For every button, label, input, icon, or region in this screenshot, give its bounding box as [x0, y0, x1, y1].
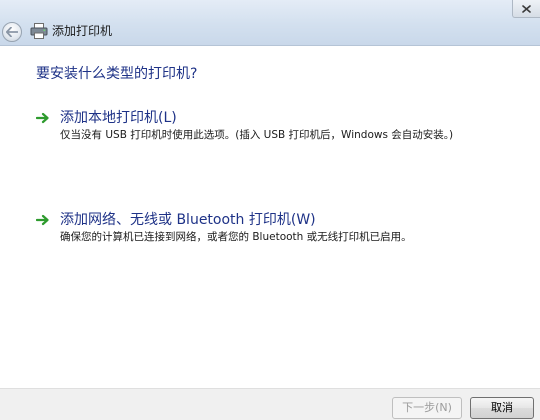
page-heading: 要安装什么类型的打印机? [36, 66, 198, 82]
title-bar: 添加打印机 [0, 0, 540, 46]
add-network-printer-link[interactable]: 添加网络、无线或 Bluetooth 打印机(W) [60, 210, 316, 230]
printer-icon [30, 23, 48, 39]
back-arrow-icon [6, 27, 18, 37]
window-title: 添加打印机 [52, 24, 113, 38]
cancel-button[interactable]: 取消 [470, 397, 534, 419]
close-button[interactable] [512, 0, 540, 18]
green-arrow-icon [36, 214, 49, 226]
add-local-printer-description: 仅当没有 USB 打印机时使用此选项。(插入 USB 打印机后，Windows … [60, 129, 454, 141]
green-arrow-icon [36, 112, 49, 124]
add-network-printer-description: 确保您的计算机已连接到网络，或者您的 Bluetooth 或无线打印机已启用。 [60, 231, 412, 243]
add-local-printer-link[interactable]: 添加本地打印机(L) [60, 108, 177, 128]
next-button[interactable]: 下一步(N) [392, 397, 462, 419]
footer-bar: 下一步(N) 取消 [0, 388, 540, 420]
close-icon [522, 4, 531, 13]
back-button[interactable] [2, 22, 22, 42]
